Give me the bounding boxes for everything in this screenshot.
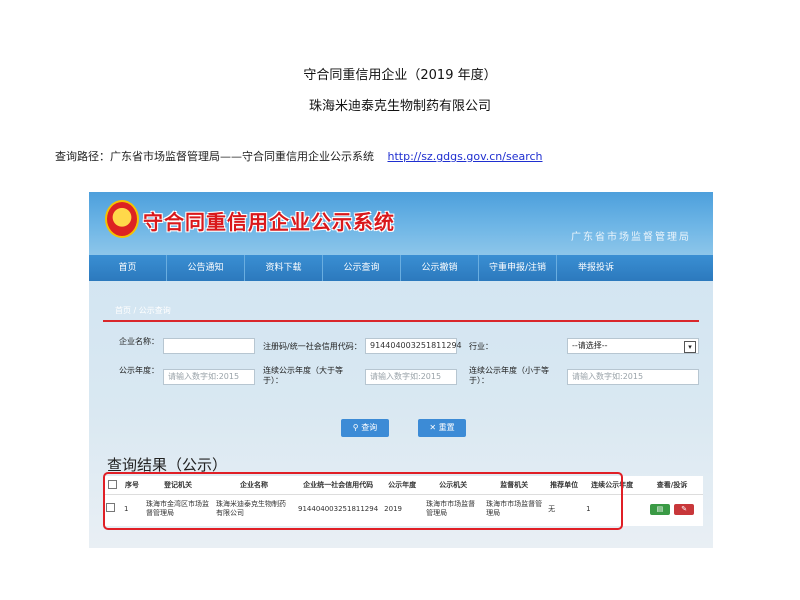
site-banner: 守合同重信用企业公示系统 广东省市场监督管理局 xyxy=(89,192,713,255)
row-checkbox[interactable] xyxy=(106,503,115,512)
breadcrumb: 首页 / 公示查询 xyxy=(115,306,171,315)
cell-credit-code: 914404003251811294 xyxy=(295,494,382,523)
document-icon: ▤ xyxy=(656,504,664,513)
divider xyxy=(103,320,699,322)
bureau-name: 广东省市场监督管理局 xyxy=(571,232,691,243)
nav-publicity-query[interactable]: 公示查询 xyxy=(323,255,401,281)
industry-select-value: --请选择-- xyxy=(572,341,608,350)
cell-company-name: 珠海米迪泰克生物制药有限公司 xyxy=(213,494,295,523)
chevron-down-icon: ▾ xyxy=(684,341,696,353)
company-name-heading: 珠海米迪泰克生物制药有限公司 xyxy=(308,99,491,114)
table-header-row: 序号 登记机关 企业名称 企业统一社会信用代码 公示年度 公示机关 监督机关 推… xyxy=(103,476,703,495)
col-header: 查看/投诉 xyxy=(641,476,703,495)
document-title: 守合同重信用企业（2019 年度） xyxy=(303,68,497,83)
credit-code-label: 注册码/统一社会信用代码： xyxy=(263,342,362,351)
col-header: 监督机关 xyxy=(483,476,546,495)
col-header: 推荐单位 xyxy=(545,476,584,495)
nav-home[interactable]: 首页 xyxy=(89,255,167,281)
cell-year: 2019 xyxy=(381,494,424,523)
complaint-button[interactable]: ✎ xyxy=(674,503,695,515)
table-row: 1 珠海市金湾区市场监督管理局 珠海米迪泰克生物制药有限公司 914404003… xyxy=(103,494,703,523)
row-select-cell xyxy=(103,494,121,523)
consec-lte-input[interactable]: 请输入数字如:2015 xyxy=(567,369,699,385)
col-header: 企业名称 xyxy=(213,476,295,495)
company-name-input[interactable] xyxy=(163,338,255,354)
system-title: 守合同重信用企业公示系统 xyxy=(143,210,395,234)
nav-publicity-revoke[interactable]: 公示撤销 xyxy=(401,255,479,281)
cell-registration-authority: 珠海市金湾区市场监督管理局 xyxy=(143,494,213,523)
reset-button-label: 重置 xyxy=(438,423,455,432)
query-path-link[interactable]: http://sz.gdgs.gov.cn/search xyxy=(388,150,543,163)
consec-gte-input[interactable]: 请输入数字如:2015 xyxy=(365,369,457,385)
consec-lte-label: 连续公示年度（小于等于）： xyxy=(469,366,549,385)
nav-downloads[interactable]: 资料下载 xyxy=(245,255,323,281)
edit-icon: ✎ xyxy=(681,504,688,513)
cell-recommending-unit: 无 xyxy=(545,494,584,523)
industry-select[interactable]: --请选择-- ▾ xyxy=(567,338,699,354)
national-emblem-icon xyxy=(105,200,139,238)
nav-announcements[interactable]: 公告通知 xyxy=(167,255,245,281)
main-nav: 首页 公告通知 资料下载 公示查询 公示撤销 守重申报/注销 举报投诉 xyxy=(89,255,713,281)
cell-no: 1 xyxy=(121,494,143,523)
results-title: 查询结果（公示） xyxy=(107,456,228,474)
cell-publicity-authority: 珠海市市场监督管理局 xyxy=(423,494,484,523)
cell-consecutive-years: 1 xyxy=(583,494,642,523)
credit-code-input[interactable]: 914404003251811294 xyxy=(365,338,462,354)
consec-gte-label: 连续公示年度（大于等于）： xyxy=(263,366,343,385)
year-input[interactable]: 请输入数字如:2015 xyxy=(163,369,255,385)
col-header: 序号 xyxy=(121,476,143,495)
nav-report-complaint[interactable]: 举报投诉 xyxy=(557,255,635,281)
col-header: 公示年度 xyxy=(381,476,424,495)
col-header: 企业统一社会信用代码 xyxy=(295,476,382,495)
query-path-label: 查询路径：广东省市场监督管理局——守合同重信用企业公示系统 xyxy=(55,150,374,163)
reset-icon: ✕ xyxy=(429,423,437,432)
company-name-label: 企业名称： xyxy=(119,337,159,346)
results-table: 序号 登记机关 企业名称 企业统一社会信用代码 公示年度 公示机关 监督机关 推… xyxy=(103,476,703,526)
cell-supervisory-authority: 珠海市市场监督管理局 xyxy=(483,494,546,523)
system-screenshot: 守合同重信用企业公示系统 广东省市场监督管理局 首页 公告通知 资料下载 公示查… xyxy=(89,192,713,548)
select-all-header xyxy=(103,476,121,495)
query-path: 查询路径：广东省市场监督管理局——守合同重信用企业公示系统 http://sz.… xyxy=(55,148,543,164)
col-header: 登记机关 xyxy=(143,476,213,495)
col-header: 公示机关 xyxy=(423,476,484,495)
year-label: 公示年度： xyxy=(119,366,159,375)
col-header: 连续公示年度 xyxy=(583,476,642,495)
reset-button[interactable]: ✕ 重置 xyxy=(418,419,466,437)
view-button[interactable]: ▤ xyxy=(649,503,670,515)
select-all-checkbox[interactable] xyxy=(107,479,117,489)
search-button-label: 查询 xyxy=(361,423,378,432)
nav-declare-cancel[interactable]: 守重申报/注销 xyxy=(479,255,557,281)
industry-label: 行业： xyxy=(469,342,493,351)
search-icon: ⚲ xyxy=(352,423,359,432)
search-button[interactable]: ⚲ 查询 xyxy=(341,419,389,437)
cell-actions: ▤ ✎ xyxy=(641,494,703,523)
